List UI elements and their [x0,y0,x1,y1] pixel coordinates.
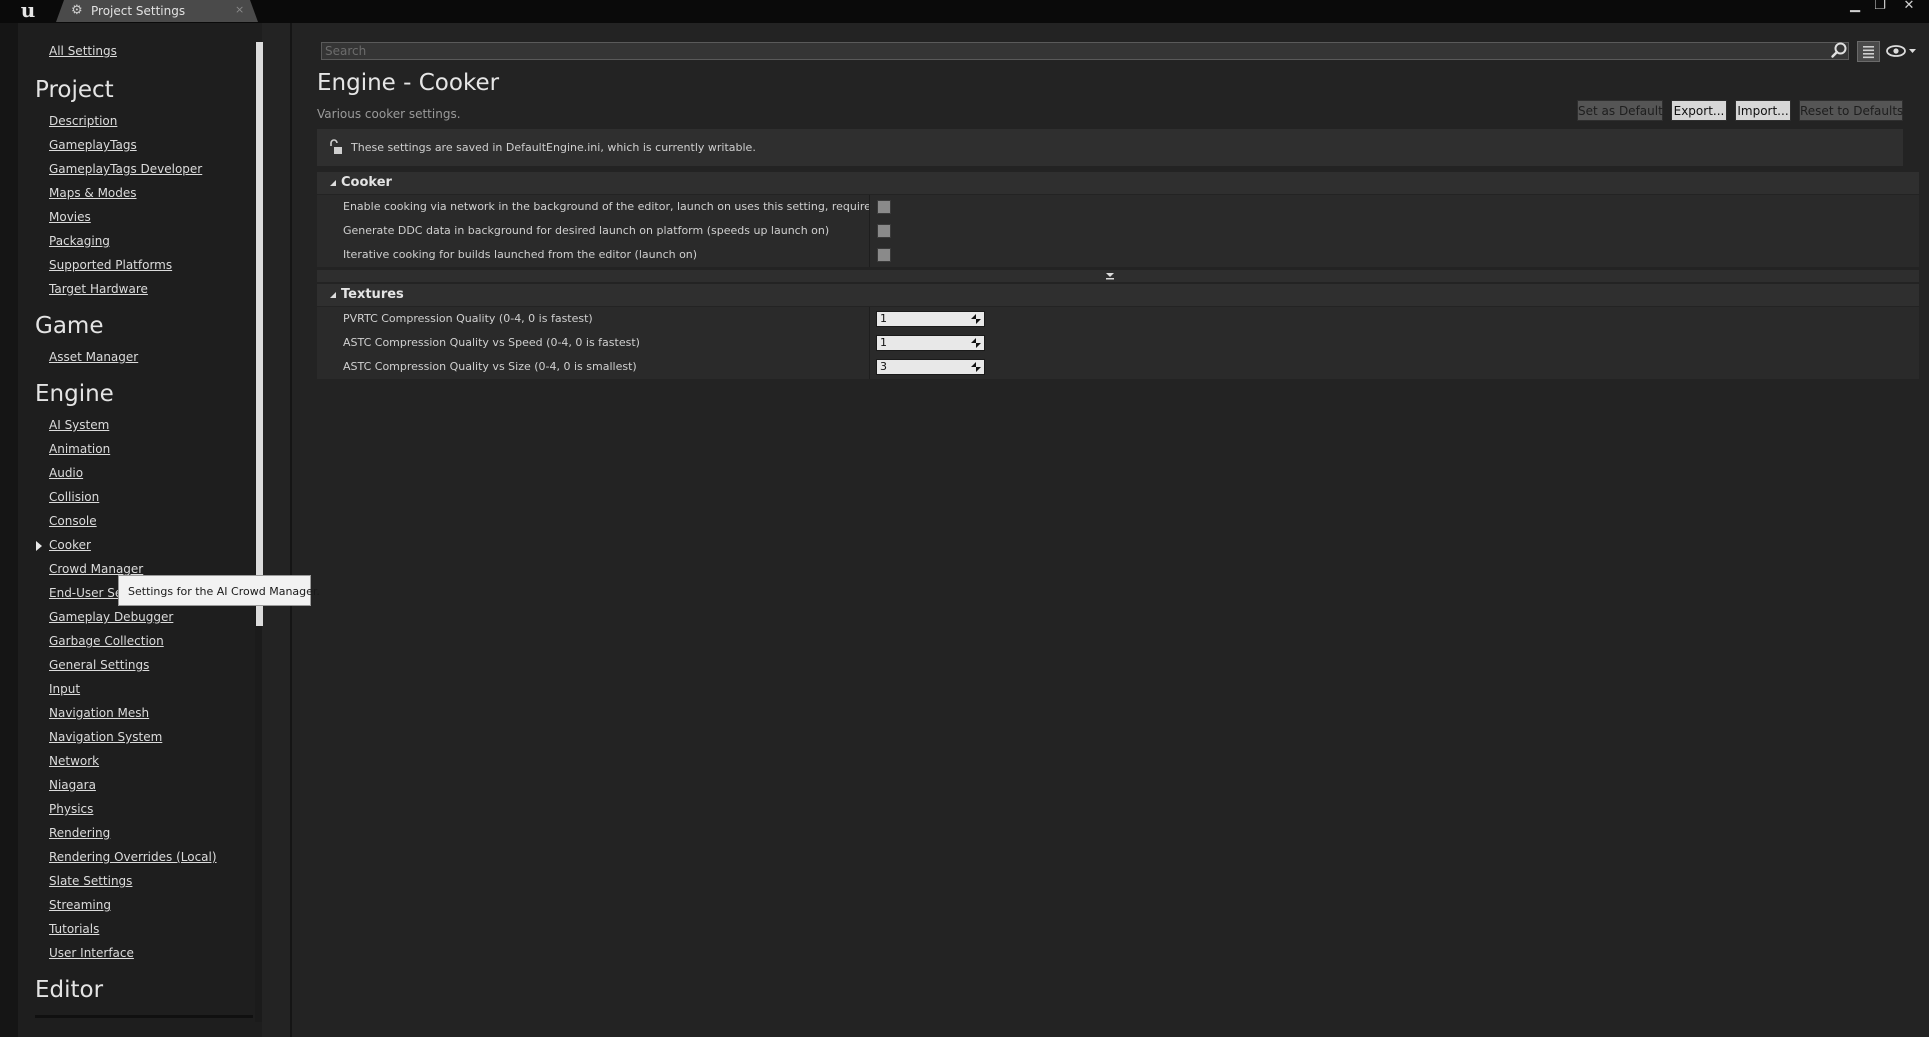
collapse-triangle-icon[interactable] [330,180,336,186]
sidebar-item-slate-settings[interactable]: Slate Settings [49,874,132,888]
sidebar-item-navigation-mesh[interactable]: Navigation Mesh [49,706,149,720]
property-splitter[interactable] [869,307,870,379]
reset-to-defaults-button[interactable]: Reset to Defaults [1799,100,1903,121]
collapse-triangle-icon[interactable] [330,292,336,298]
sidebar-item-rendering[interactable]: Rendering [49,826,110,840]
property-label: Iterative cooking for builds launched fr… [343,248,698,261]
sidebar-section-editor: Editor [35,977,104,1003]
cook-on-the-fly-checkbox[interactable] [877,200,891,214]
field-value: 1 [880,312,887,325]
sidebar-item-asset-manager[interactable]: Asset Manager [49,350,138,364]
category-header-cooker[interactable] [317,172,1919,194]
property-label: ASTC Compression Quality vs Speed (0-4, … [343,336,640,349]
unreal-logo-icon: u [20,0,36,22]
minimize-icon[interactable]: ▁ [1845,0,1865,14]
property-label: Generate DDC data in background for desi… [343,224,830,237]
config-notice-text: These settings are saved in DefaultEngin… [351,141,756,154]
eye-visibility-icon[interactable] [1886,43,1918,59]
category-title-textures: Textures [341,287,404,302]
export-button[interactable]: Export... [1671,100,1727,121]
sidebar-item-network[interactable]: Network [49,754,99,768]
page-title: Engine - Cooker [317,70,500,96]
sidebar-clipped-item [35,1015,253,1018]
sidebar-item-collision[interactable]: Collision [49,490,99,504]
category-title-cooker: Cooker [341,175,392,190]
drag-resize-icon[interactable] [970,337,982,349]
category-header-textures[interactable] [317,284,1919,306]
tab-label: Project Settings [91,4,186,18]
drag-resize-icon[interactable] [970,361,982,373]
sidebar-item-end-user-settings[interactable]: End-User Se [49,586,122,600]
sidebar-item-gameplaytags-developer[interactable]: GameplayTags Developer [49,162,202,176]
expand-advanced-icon[interactable] [1104,271,1116,281]
sidebar-item-target-hardware[interactable]: Target Hardware [49,282,148,296]
unlocked-icon [330,139,342,154]
sidebar-item-movies[interactable]: Movies [49,210,91,224]
pvrtc-quality-field[interactable]: 1 [876,311,985,327]
iterative-cooking-checkbox[interactable] [877,248,891,262]
sidebar-item-niagara[interactable]: Niagara [49,778,96,792]
search-input[interactable] [325,43,1805,59]
astc-speed-field[interactable]: 1 [876,335,985,351]
field-value: 3 [880,360,887,373]
sidebar-item-animation[interactable]: Animation [49,442,110,456]
title-bar: u ⚙ Project Settings × ▁ ❐ ✕ [0,0,1929,23]
sidebar-section-project: Project [35,77,114,103]
import-button[interactable]: Import... [1735,100,1791,121]
sidebar-item-supported-platforms[interactable]: Supported Platforms [49,258,172,272]
sidebar-item-input[interactable]: Input [49,682,80,696]
sidebar-item-user-interface[interactable]: User Interface [49,946,134,960]
sidebar-item-all-settings[interactable]: All Settings [49,44,117,58]
sidebar-item-maps-modes[interactable]: Maps & Modes [49,186,137,200]
search-icon[interactable] [1830,41,1848,59]
property-splitter[interactable] [869,195,870,267]
sidebar-item-gameplay-debugger[interactable]: Gameplay Debugger [49,610,173,624]
drag-resize-icon[interactable] [970,313,982,325]
sidebar-item-rendering-overrides[interactable]: Rendering Overrides (Local) [49,850,217,864]
sidebar-item-packaging[interactable]: Packaging [49,234,110,248]
sidebar-item-streaming[interactable]: Streaming [49,898,111,912]
close-icon[interactable]: ✕ [1899,0,1919,14]
sidebar-item-description[interactable]: Description [49,114,117,128]
set-as-default-button[interactable]: Set as Default [1577,100,1663,121]
page-subtitle: Various cooker settings. [317,107,461,121]
ddc-background-checkbox[interactable] [877,224,891,238]
sidebar-item-navigation-system[interactable]: Navigation System [49,730,162,744]
sidebar-item-garbage-collection[interactable]: Garbage Collection [49,634,164,648]
gear-icon: ⚙ [71,3,83,18]
sidebar-item-console[interactable]: Console [49,514,97,528]
tooltip: Settings for the AI Crowd Manager. [118,575,320,606]
property-label: PVRTC Compression Quality (0-4, 0 is fas… [343,312,593,325]
sidebar-item-audio[interactable]: Audio [49,466,83,480]
restore-icon[interactable]: ❐ [1870,0,1890,14]
sidebar-section-game: Game [35,313,104,339]
sidebar-splitter[interactable] [290,23,292,1037]
astc-size-field[interactable]: 3 [876,359,985,375]
sidebar-item-physics[interactable]: Physics [49,802,93,816]
advanced-expander[interactable] [317,270,1919,282]
sidebar-scrollbar-thumb[interactable] [256,42,263,626]
selected-arrow-icon [36,541,42,551]
field-value: 1 [880,336,887,349]
sidebar-item-tutorials[interactable]: Tutorials [49,922,99,936]
sidebar-item-crowd-manager[interactable]: Crowd Manager [49,562,143,576]
search-box[interactable] [321,42,1849,60]
sidebar-item-general-settings[interactable]: General Settings [49,658,149,672]
sidebar-item-gameplaytags[interactable]: GameplayTags [49,138,137,152]
tab-project-settings[interactable]: ⚙ Project Settings × [56,0,258,22]
sidebar-item-cooker[interactable]: Cooker [49,538,91,552]
list-view-icon[interactable] [1857,41,1880,62]
property-label: ASTC Compression Quality vs Size (0-4, 0… [343,360,637,373]
tab-close-icon[interactable]: × [235,3,244,16]
sidebar-section-engine: Engine [35,381,114,407]
sidebar-item-ai-system[interactable]: AI System [49,418,109,432]
property-label: Enable cooking via network in the backgr… [343,200,869,213]
